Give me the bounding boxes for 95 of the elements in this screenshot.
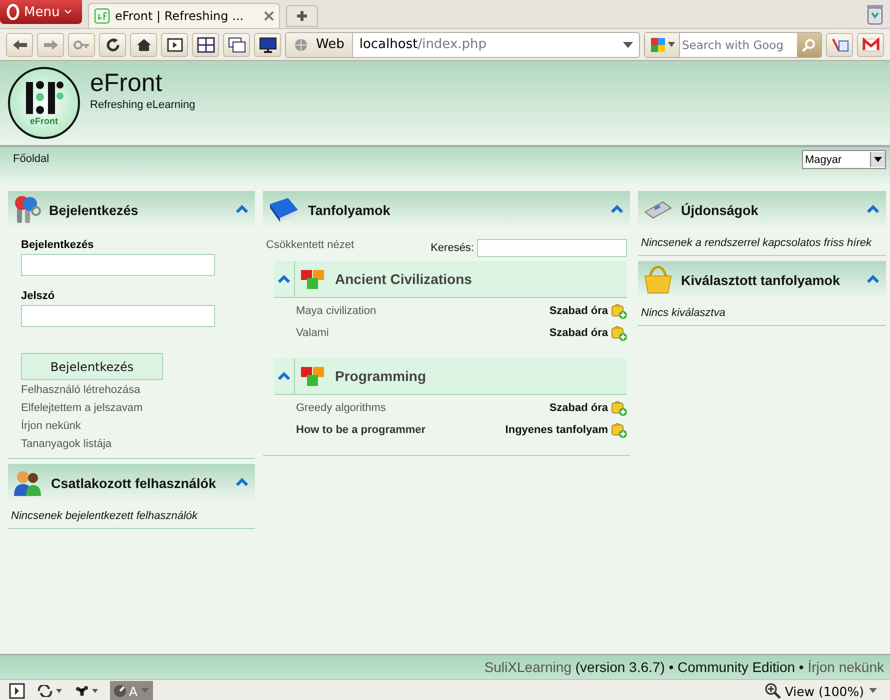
price-label: Szabad óra	[549, 327, 608, 339]
turbo-button[interactable]: A	[110, 681, 153, 700]
panel-header: Tanfolyamok	[263, 191, 630, 229]
tile-button[interactable]	[192, 32, 219, 56]
cubes-icon	[299, 364, 327, 388]
chevron-up-icon[interactable]	[610, 204, 624, 214]
panel-message: Nincsenek a rendszerrel kapcsolatos friss hírek	[640, 236, 873, 251]
back-button[interactable]	[6, 32, 33, 56]
globe-icon	[294, 38, 308, 52]
newspaper-icon	[643, 200, 673, 220]
close-icon[interactable]	[264, 11, 274, 21]
chevron-up-icon[interactable]	[235, 477, 249, 487]
field-label: Jelszó	[21, 290, 56, 302]
home-button[interactable]	[130, 32, 157, 56]
lesson-name: Greedy algorithms	[296, 402, 386, 414]
category-header: Programming	[274, 358, 627, 395]
course-name: How to be a programmer	[296, 424, 426, 436]
book-icon	[268, 196, 300, 224]
monitor-icon	[258, 36, 276, 52]
login-link[interactable]: Felhasználó létrehozása	[21, 384, 140, 396]
trash-icon[interactable]	[866, 3, 884, 25]
login-link[interactable]: Tananyagok listája	[21, 438, 112, 450]
lesson-add-icon[interactable]	[611, 400, 627, 416]
lesson-add-icon[interactable]	[611, 422, 627, 438]
chevron-up-icon[interactable]	[277, 274, 291, 284]
reload-button[interactable]	[99, 32, 126, 56]
cascade-icon	[228, 36, 246, 52]
monitor-button[interactable]	[254, 32, 281, 56]
language-select[interactable]: Magyar	[802, 150, 886, 169]
new-tab-button[interactable]	[286, 5, 318, 27]
login-link[interactable]: Elfelejtettem a jelszavam	[21, 402, 143, 414]
site-subtitle: Refreshing eLearning	[90, 99, 196, 111]
plus-icon	[296, 10, 308, 22]
lesson-add-icon[interactable]	[611, 303, 627, 319]
compact-view-link[interactable]: Csökkentett nézet	[266, 239, 354, 257]
gauge-icon	[113, 684, 127, 698]
contact-link[interactable]: Írjon nekünk	[808, 659, 884, 675]
field-label: Bejelentkezés	[21, 239, 95, 251]
users-icon	[13, 469, 43, 497]
search-field[interactable]: Search with Goog	[644, 32, 822, 58]
panel-header: Bejelentkezés	[8, 191, 255, 229]
cascade-button[interactable]	[223, 32, 250, 56]
input-field[interactable]	[21, 254, 215, 276]
scheme-label: Web	[316, 37, 344, 52]
url-text: localhost/index.php	[358, 37, 488, 52]
panel-icon	[9, 683, 25, 699]
panel-message: Nincsenek bejelentkezett felhasználók	[10, 509, 199, 524]
price-label: Szabad óra	[549, 305, 608, 317]
search-field[interactable]	[477, 239, 627, 257]
keys-icon	[13, 195, 41, 225]
zoom-button[interactable]: View (100%)	[758, 682, 884, 700]
efront-logo: eFront	[8, 67, 80, 139]
login-link[interactable]: Írjon nekünk	[21, 420, 81, 432]
input-field[interactable]	[21, 305, 215, 327]
site-title: eFront	[90, 71, 164, 96]
menu-button[interactable]: Menu	[0, 0, 82, 24]
chevron-up-icon[interactable]	[277, 371, 291, 381]
search-engine-icon[interactable]	[650, 36, 666, 52]
chevron-up-icon[interactable]	[866, 204, 880, 214]
basket-icon	[643, 266, 673, 294]
network-icon	[75, 685, 101, 697]
lesson-name: Maya civilization	[296, 305, 376, 317]
chevron-up-icon[interactable]	[235, 204, 249, 214]
home-icon	[134, 36, 152, 52]
translate-button[interactable]	[826, 32, 853, 56]
login-button[interactable]: Bejelentkezés	[21, 353, 163, 380]
category-header: Ancient Civilizations	[274, 261, 627, 298]
sync-icon	[37, 685, 63, 697]
tile-icon	[196, 36, 214, 52]
panel-header: Csatlakozott felhasználók	[8, 464, 255, 502]
chevron-up-icon[interactable]	[866, 274, 880, 284]
lesson-name: Valami	[296, 327, 329, 339]
mail-icon	[862, 36, 880, 52]
product-link[interactable]: SuliXLearning	[484, 659, 572, 675]
address-bar[interactable]: Web localhost/index.php	[285, 32, 640, 58]
lesson-add-icon[interactable]	[611, 325, 627, 341]
nav-link[interactable]: Főoldal	[13, 153, 50, 165]
browser-tab[interactable]: eFront | Refreshing ...	[88, 3, 280, 28]
panel-icon	[166, 36, 184, 52]
tab-title: eFront | Refreshing ...	[115, 9, 245, 23]
price-label: Szabad óra	[549, 402, 608, 414]
mail-button[interactable]	[857, 32, 884, 56]
panel-button[interactable]	[161, 32, 188, 56]
footer-text: SuliXLearning (version 3.6.7) • Community Edition • Írjon nekünk	[484, 659, 884, 675]
zoom-icon	[764, 683, 781, 699]
search-label: Keresés:	[430, 242, 474, 254]
translate-icon	[830, 36, 848, 52]
panel-header: Kiválasztott tanfolyamok	[638, 261, 886, 299]
ring-icon	[6, 4, 20, 20]
panel-header: Újdonságok	[638, 191, 886, 229]
panel-message: Nincs kiválasztva	[640, 306, 726, 321]
price-label: Ingyenes tanfolyam	[505, 424, 608, 436]
reload-icon	[104, 36, 122, 52]
cubes-icon	[299, 267, 327, 291]
dropdown-icon[interactable]	[623, 42, 633, 48]
